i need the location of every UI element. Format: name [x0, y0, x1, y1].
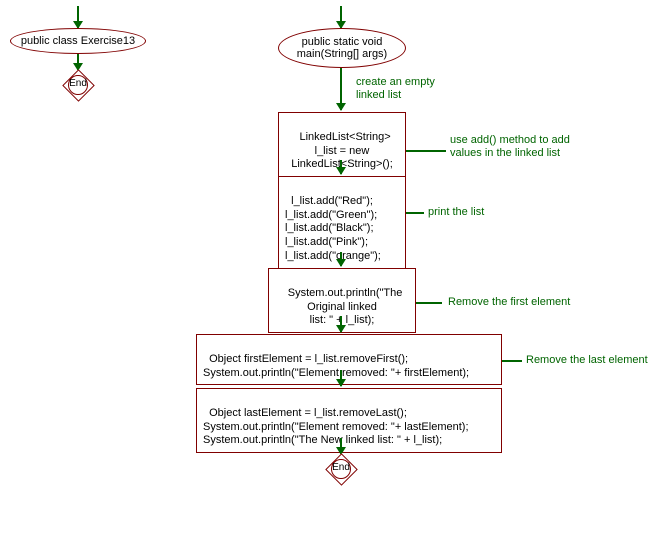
- main-decl-text: public static void main(String[] args): [297, 36, 387, 60]
- node-decl-text: LinkedList<String> l_list = new LinkedLi…: [291, 131, 393, 171]
- end-right-label: End: [326, 462, 356, 473]
- comment-print: print the list: [428, 206, 484, 219]
- end-right: End: [326, 454, 356, 484]
- conn-remove-first-comment: [416, 302, 442, 304]
- arrow-main-in: [340, 6, 342, 28]
- conn-remove-last-comment: [502, 360, 522, 362]
- node-print-text: System.out.println("The Original linked …: [288, 287, 403, 327]
- conn-add-comment: [406, 150, 446, 152]
- node-remove-last: Object lastElement = l_list.removeLast()…: [196, 388, 502, 453]
- node-add-text: l_list.add("Red"); l_list.add("Green"); …: [285, 195, 381, 262]
- arrow-print-to-first: [340, 316, 342, 332]
- end-left-label: End: [63, 78, 93, 89]
- arrow-decl-to-add: [340, 160, 342, 174]
- node-remove-first-text: Object firstElement = l_list.removeFirst…: [203, 353, 469, 379]
- node-remove-last-text: Object lastElement = l_list.removeLast()…: [203, 407, 469, 447]
- node-add: l_list.add("Red"); l_list.add("Green"); …: [278, 176, 406, 269]
- comment-remove-last: Remove the last element: [526, 354, 648, 367]
- class-decl-node: public class Exercise13: [10, 28, 146, 54]
- main-decl-node: public static void main(String[] args): [278, 28, 406, 68]
- conn-print-comment: [406, 212, 424, 214]
- arrow-last-to-end: [340, 438, 342, 454]
- comment-remove-first: Remove the first element: [448, 296, 570, 309]
- arrow-add-to-print: [340, 252, 342, 266]
- node-remove-first: Object firstElement = l_list.removeFirst…: [196, 334, 502, 385]
- comment-create: create an empty linked list: [356, 76, 435, 102]
- comment-add: use add() method to add values in the li…: [450, 134, 570, 160]
- arrow-first-to-last: [340, 370, 342, 386]
- arrow-left-in: [77, 6, 79, 28]
- class-decl-text: public class Exercise13: [21, 35, 135, 47]
- node-print: System.out.println("The Original linked …: [268, 268, 416, 333]
- end-left: End: [63, 70, 93, 100]
- arrow-left-to-end: [77, 54, 79, 70]
- arrow-main-to-decl: [340, 68, 342, 110]
